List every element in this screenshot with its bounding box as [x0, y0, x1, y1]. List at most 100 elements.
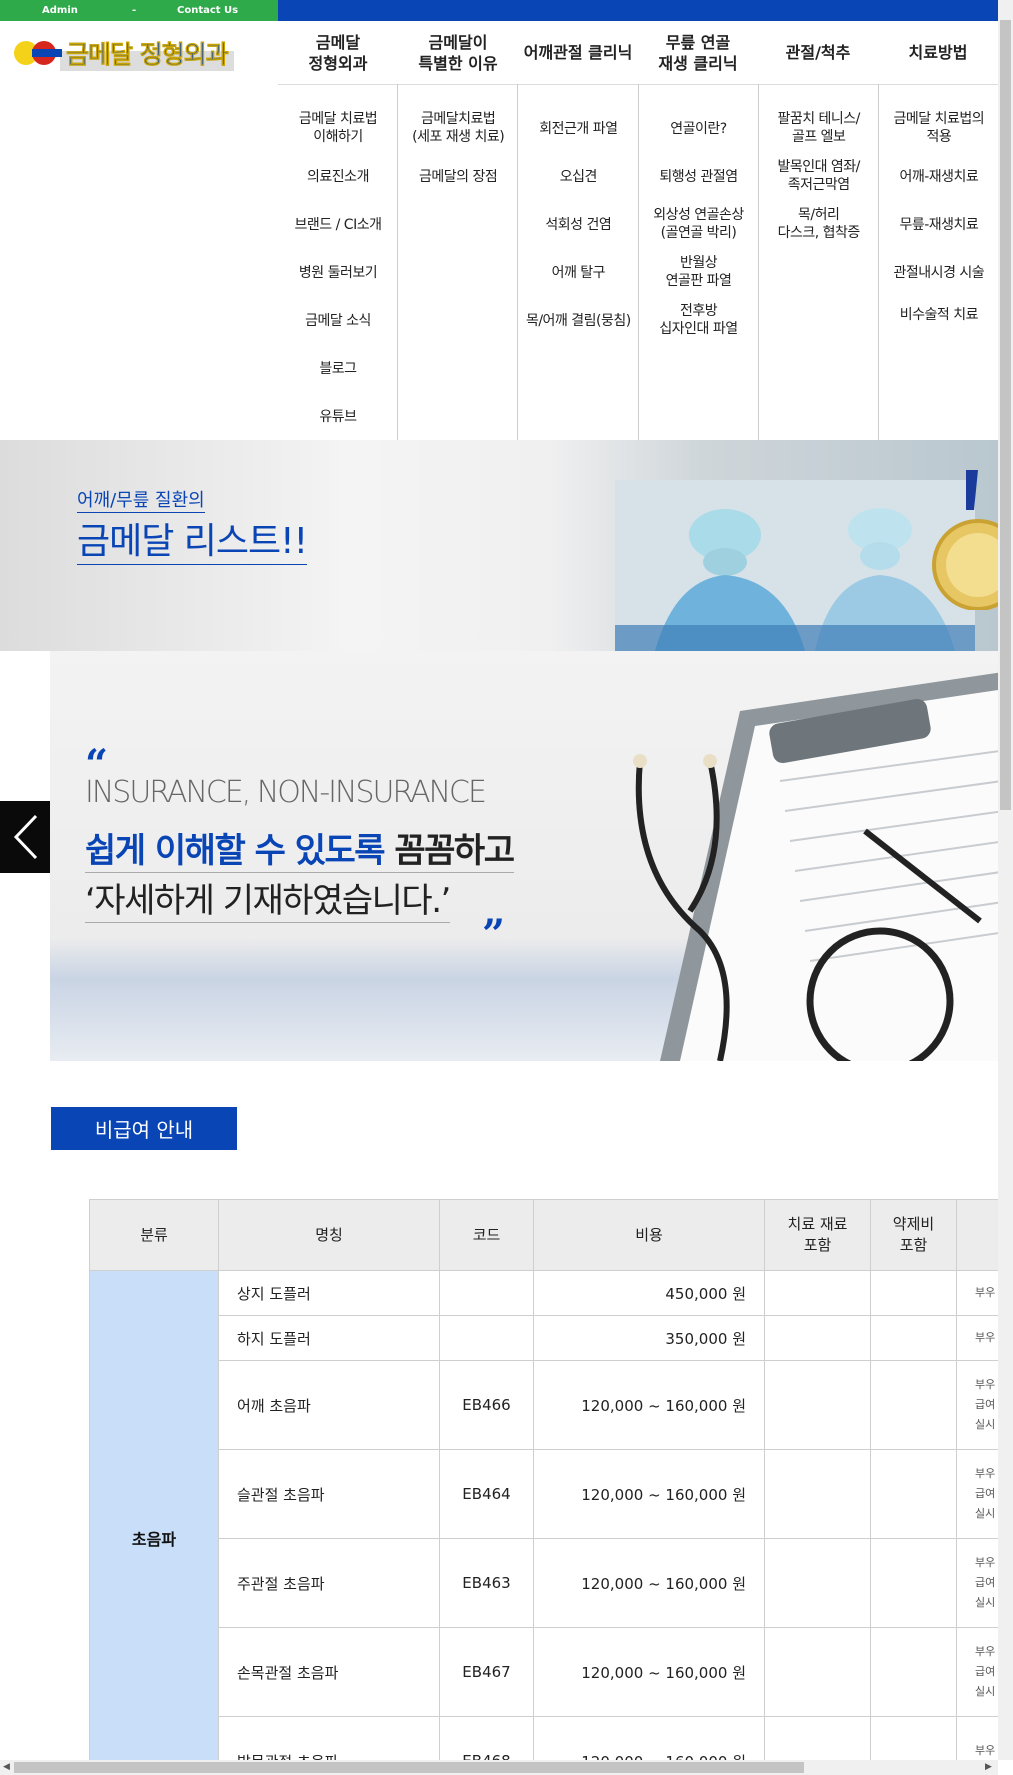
note-cell: 부우 급여 실시 [956, 1360, 998, 1450]
dropdown-link[interactable]: 연골이란? [639, 120, 759, 138]
dropdown-column-special: 금메달치료법 (세포 재생 치료) 금메달의 장점 [398, 84, 519, 440]
dropdown-link[interactable]: 전후방 십자인대 파열 [639, 302, 759, 338]
note-cell: 부우 급여 실시 [956, 1627, 998, 1717]
dropdown-link[interactable]: 석회성 건염 [518, 216, 638, 234]
vertical-scrollbar[interactable] [998, 0, 1013, 1760]
insurance-english-heading: INSURANCE, NON-INSURANCE [85, 775, 487, 810]
dropdown-link[interactable]: 어깨-재생치료 [879, 168, 999, 186]
dropdown-link[interactable]: 오십견 [518, 168, 638, 186]
name-cell: 발목관절 초음파 [218, 1716, 440, 1760]
top-bar-separator: - [132, 5, 137, 16]
dropdown-link[interactable]: 금메달 소식 [278, 312, 398, 330]
menu-item-special[interactable]: 금메달이 특별한 이유 [398, 21, 518, 84]
insurance-line-1: 쉽게 이해할 수 있도록 꼼꼼하고 [85, 823, 515, 873]
dropdown-link[interactable]: 반월상 연골판 파열 [639, 254, 759, 290]
code-cell [439, 1315, 534, 1361]
section-title: 비급여 안내 [51, 1107, 237, 1150]
horizontal-scroll-thumb[interactable] [14, 1762, 804, 1773]
hero-subtitle: 어깨/무릎 질환의 [77, 486, 205, 513]
material-cell [764, 1449, 871, 1539]
note-cell: 부우 급여 실시 [956, 1538, 998, 1628]
note-cell: 부우 급여 실시 [956, 1449, 998, 1539]
insurance-line-1-rest: 꼼꼼하고 [384, 831, 515, 871]
slider-prev-button[interactable] [0, 801, 50, 873]
contact-us-link[interactable]: Contact Us [177, 5, 238, 16]
column-header-name: 명칭 [218, 1199, 440, 1271]
dropdown-link[interactable]: 금메달 치료법 이해하기 [278, 110, 398, 146]
insurance-banner: “ INSURANCE, NON-INSURANCE 쉽게 이해할 수 있도록 … [50, 651, 998, 1061]
top-bar: Admin - Contact Us L [0, 0, 1013, 21]
dropdown-link[interactable]: 브랜드 / CI소개 [278, 216, 398, 234]
dropdown-column-about: 금메달 치료법 이해하기 의료진소개 브랜드 / CI소개 병원 둘러보기 금메… [278, 84, 399, 440]
column-header-category: 분류 [89, 1199, 219, 1271]
clipboard-stethoscope-image [633, 672, 998, 1061]
dropdown-column-shoulder: 회전근개 파열 오십견 석회성 건염 어깨 탈구 목/어깨 결림(뭉침) [518, 84, 639, 440]
medicine-cell [870, 1449, 957, 1539]
table-row: 어깨 초음파 EB466 120,000 ~ 160,000 원 부우 급여 실… [90, 1360, 998, 1450]
dropdown-column-knee: 연골이란? 퇴행성 관절염 외상성 연골손상 (골연골 박리) 반월상 연골판 … [639, 84, 759, 440]
insurance-line-1-highlight: 쉽게 이해할 수 있도록 [85, 831, 386, 871]
dropdown-link[interactable]: 무릎-재생치료 [879, 216, 999, 234]
note-cell: 부우 [956, 1270, 998, 1316]
dropdown-link[interactable]: 회전근개 파열 [518, 120, 638, 138]
scroll-right-arrow-icon[interactable]: ▶ [985, 1762, 992, 1772]
gold-medal-icon [932, 470, 998, 610]
column-header-cost: 비용 [533, 1199, 765, 1271]
table-header-row: 분류 명칭 코드 비용 치료 재료 포함 약제비 포함 [89, 1199, 998, 1271]
dropdown-link[interactable]: 퇴행성 관절염 [639, 168, 759, 186]
name-cell: 어깨 초음파 [218, 1360, 440, 1450]
cost-cell: 120,000 ~ 160,000 원 [533, 1360, 765, 1450]
table-row: 발목관절 초음파 EB468 120,000 ~ 160,000 원 부우 급여 [90, 1716, 998, 1760]
scroll-left-arrow-icon[interactable]: ◀ [3, 1762, 10, 1772]
dropdown-link[interactable]: 블로그 [278, 360, 398, 378]
name-cell: 하지 도플러 [218, 1315, 440, 1361]
vertical-scroll-thumb[interactable] [1000, 20, 1011, 810]
menu-item-joint-spine[interactable]: 관절/척추 [758, 21, 878, 84]
admin-link[interactable]: Admin [42, 5, 78, 16]
table-row: 손목관절 초음파 EB467 120,000 ~ 160,000 원 부우 급여… [90, 1627, 998, 1717]
chevron-left-icon [13, 814, 38, 860]
dropdown-link[interactable]: 금메달치료법 (세포 재생 치료) [398, 110, 518, 146]
dropdown-link[interactable]: 병원 둘러보기 [278, 264, 398, 282]
dropdown-link[interactable]: 발목인대 염좌/ 족저근막염 [759, 158, 879, 194]
note-cell: 부우 [956, 1315, 998, 1361]
hero-banner: 어깨/무릎 질환의 금메달 리스트!! [0, 440, 998, 651]
name-cell: 손목관절 초음파 [218, 1627, 440, 1717]
top-bar-links: Admin - Contact Us [0, 0, 278, 21]
cost-cell: 120,000 ~ 160,000 원 [533, 1449, 765, 1539]
logo-text: 금메달 정형외과 [60, 35, 234, 71]
column-header-note [956, 1199, 998, 1271]
horizontal-scrollbar[interactable]: ◀ ▶ [0, 1760, 998, 1775]
name-cell: 상지 도플러 [218, 1270, 440, 1316]
dropdown-link[interactable]: 외상성 연골손상 (골연골 박리) [639, 206, 759, 242]
dropdown-link[interactable]: 금메달 치료법의 적용 [879, 110, 999, 146]
dropdown-link[interactable]: 목/어깨 결림(뭉침) [518, 312, 638, 330]
material-cell [764, 1538, 871, 1628]
non-covered-fee-table: 분류 명칭 코드 비용 치료 재료 포함 약제비 포함 초음파 상지 도플러 4… [89, 1199, 998, 1760]
menu-item-knee-clinic[interactable]: 무릎 연골 재생 클리닉 [638, 21, 758, 84]
site-logo[interactable]: 금메달 정형외과 [14, 35, 264, 71]
medicine-cell [870, 1538, 957, 1628]
medicine-cell [870, 1270, 957, 1316]
material-cell [764, 1360, 871, 1450]
material-cell [764, 1627, 871, 1717]
medicine-cell [870, 1627, 957, 1717]
column-header-medicine: 약제비 포함 [870, 1199, 957, 1271]
menu-item-treatment[interactable]: 치료방법 [878, 21, 998, 84]
code-cell: EB466 [439, 1360, 534, 1450]
material-cell [764, 1270, 871, 1316]
dropdown-link[interactable]: 어깨 탈구 [518, 264, 638, 282]
dropdown-link[interactable]: 목/허리 다스크, 협착증 [759, 206, 879, 242]
dropdown-link[interactable]: 관절내시경 시술 [879, 264, 999, 282]
menu-item-shoulder-clinic[interactable]: 어깨관절 클리닉 [518, 21, 638, 84]
code-cell: EB467 [439, 1627, 534, 1717]
table-row: 하지 도플러 350,000 원 부우 [90, 1315, 998, 1361]
dropdown-link[interactable]: 비수술적 치료 [879, 306, 999, 324]
dropdown-link[interactable]: 금메달의 장점 [398, 168, 518, 186]
code-cell: EB464 [439, 1449, 534, 1539]
dropdown-link[interactable]: 팔꿈치 테니스/ 골프 엘보 [759, 110, 879, 146]
menu-item-about[interactable]: 금메달 정형외과 [278, 21, 398, 84]
dropdown-link[interactable]: 유튜브 [278, 408, 398, 426]
column-header-code: 코드 [439, 1199, 534, 1271]
dropdown-link[interactable]: 의료진소개 [278, 168, 398, 186]
